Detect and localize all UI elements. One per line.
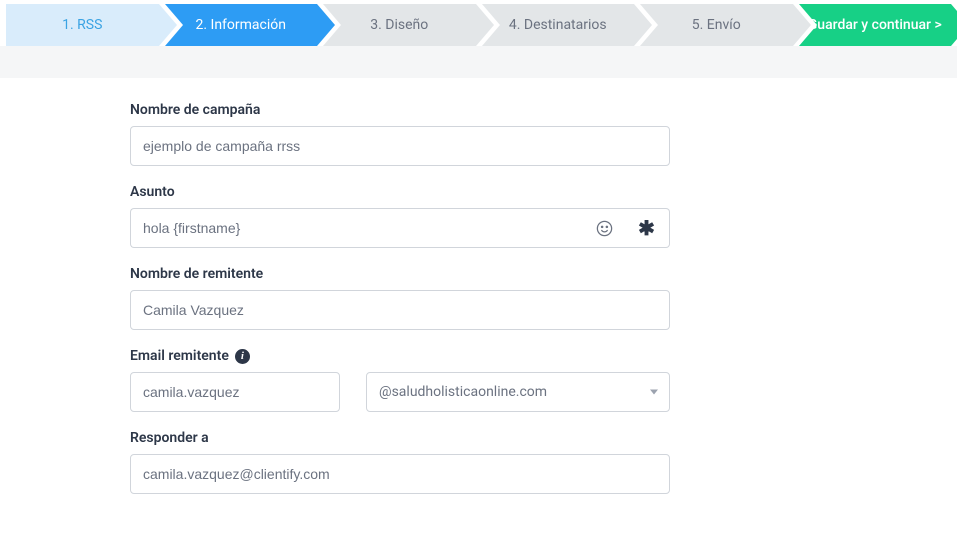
step-destinatarios[interactable]: 4. Destinatarios [482, 4, 635, 46]
subject-label: Asunto [130, 184, 670, 200]
step-diseno[interactable]: 3. Diseño [323, 4, 476, 46]
field-sender-email: Email remitente i @saludholisticaonline.… [130, 348, 670, 412]
select-value: @saludholisticaonline.com [379, 384, 547, 400]
sender-email-label-text: Email remitente [130, 348, 229, 364]
step-label: 3. Diseño [370, 17, 428, 33]
progress-wizard: 1. RSS 2. Información 3. Diseño 4. Desti… [0, 0, 957, 46]
step-label: 5. Envío [692, 17, 741, 33]
step-label: 2. Información [195, 17, 286, 33]
field-sender-name: Nombre de remitente [130, 266, 670, 330]
sender-email-label: Email remitente i [130, 348, 670, 364]
sender-email-local-input[interactable] [130, 372, 340, 412]
reply-to-label: Responder a [130, 430, 670, 446]
campaign-name-input[interactable] [130, 126, 670, 166]
save-continue-button[interactable]: Guardar y continuar > [799, 4, 952, 46]
campaign-form: Nombre de campaña Asunto [130, 102, 670, 494]
form-page: Nombre de campaña Asunto [0, 78, 957, 552]
step-rss[interactable]: 1. RSS [6, 4, 159, 46]
step-envio[interactable]: 5. Envío [640, 4, 793, 46]
emoji-icon[interactable] [594, 218, 614, 238]
field-reply-to: Responder a [130, 430, 670, 494]
step-label: 1. RSS [62, 17, 102, 33]
subject-input[interactable] [130, 208, 624, 248]
field-subject: Asunto ✱ [130, 184, 670, 248]
sender-name-input[interactable] [130, 290, 670, 330]
insert-variable-button[interactable]: ✱ [624, 208, 670, 248]
step-label: Guardar y continuar > [808, 17, 942, 33]
step-informacion[interactable]: 2. Información [165, 4, 318, 46]
campaign-name-label: Nombre de campaña [130, 102, 670, 118]
reply-to-input[interactable] [130, 454, 670, 494]
step-label: 4. Destinatarios [509, 17, 607, 33]
sender-name-label: Nombre de remitente [130, 266, 670, 282]
field-campaign-name: Nombre de campaña [130, 102, 670, 166]
sender-email-domain-select[interactable]: @saludholisticaonline.com [366, 372, 670, 412]
info-icon[interactable]: i [235, 349, 250, 364]
